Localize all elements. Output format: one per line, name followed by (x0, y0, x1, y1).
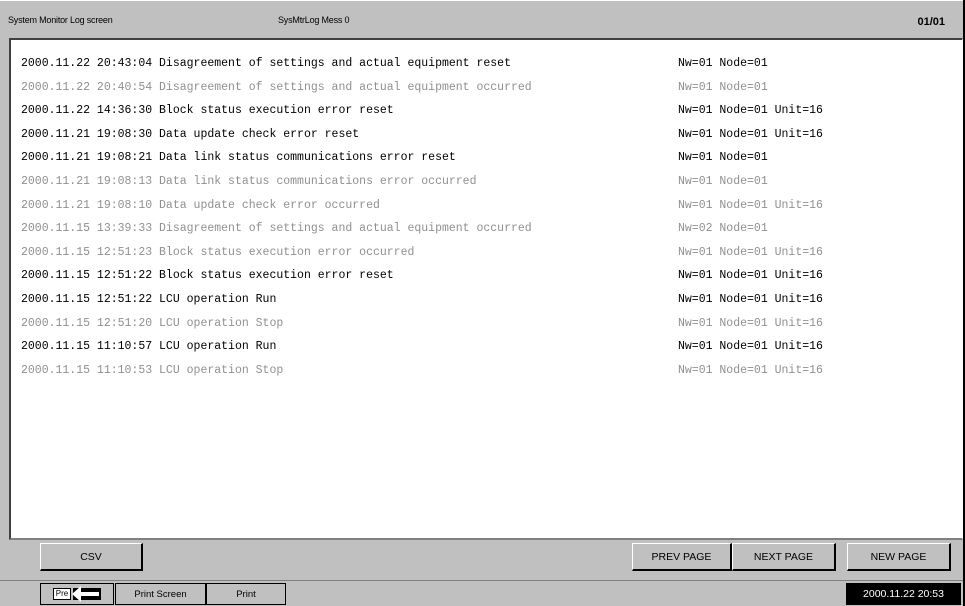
log-row[interactable]: 2000.11.15 11:10:57 LCU operation Run Nw=… (21, 335, 951, 359)
log-datetime: 2000.11.22 20:43:04 (21, 57, 153, 70)
system-monitor-log-window: System Monitor Log screen SysMtrLog Mess… (0, 0, 965, 606)
log-location: Nw=01 Node=01 Unit=16 (678, 340, 823, 354)
csv-button[interactable]: CSV (40, 543, 143, 571)
log-entry-text: 2000.11.21 19:08:30 Data update check er… (21, 123, 359, 147)
log-entry-text: 2000.11.21 19:08:10 Data update check er… (21, 194, 380, 218)
screen-title: System Monitor Log screen (8, 15, 113, 25)
log-message: LCU operation Stop (159, 363, 284, 377)
log-row[interactable]: 2000.11.21 19:08:30 Data update check er… (21, 123, 951, 147)
toolbar: CSV PREV PAGE NEXT PAGE NEW PAGE (9, 540, 963, 576)
log-message: Data update check error occurred (159, 198, 380, 212)
log-message: Disagreement of settings and actual equi… (159, 222, 532, 236)
log-datetime: 2000.11.21 19:08:30 (21, 127, 153, 141)
clock-display: 2000.11.22 20:53 (846, 583, 961, 605)
log-entry-text: 2000.11.15 12:51:20 LCU operation Stop (21, 312, 283, 336)
log-row[interactable]: 2000.11.22 20:40:54 Disagreement of sett… (21, 76, 951, 100)
log-location: Nw=01 Node=01 Unit=16 (678, 316, 823, 330)
log-panel[interactable]: 2000.11.22 20:43:04 Disagreement of sett… (9, 38, 963, 540)
log-location: Nw=01 Node=01 (678, 151, 768, 165)
pre-button[interactable]: Pre (40, 583, 114, 605)
page-indicator: 01/01 (917, 16, 945, 28)
log-datetime: 2000.11.15 11:10:57 (21, 340, 153, 354)
log-location: Nw=01 Node=01 Unit=16 (678, 198, 823, 212)
log-row[interactable]: 2000.11.15 12:51:20 LCU operation Stop Nw… (21, 312, 951, 336)
log-entry-text: 2000.11.15 12:51:23 Block status executi… (21, 241, 414, 265)
log-message: LCU operation Run (159, 292, 277, 306)
log-entry-text: 2000.11.15 11:10:57 LCU operation Run (21, 335, 276, 359)
log-row[interactable]: 2000.11.15 12:51:22 Block status executi… (21, 264, 951, 288)
log-datetime: 2000.11.15 12:51:22 (21, 269, 153, 283)
log-location: Nw=01 Node=01 (678, 57, 768, 70)
log-entry-text: 2000.11.21 19:08:21 Data link status com… (21, 146, 456, 170)
status-bar: Pre Print Screen Print 2000.11.22 20:53 (0, 580, 963, 606)
log-message: Disagreement of settings and actual equi… (159, 80, 532, 94)
log-datetime: 2000.11.15 13:39:33 (21, 222, 153, 236)
log-entry-text: 2000.11.15 13:39:33 Disagreement of sett… (21, 217, 532, 241)
log-entry-text: 2000.11.21 19:08:13 Data link status com… (21, 170, 476, 194)
log-message: Block status execution error occurred (159, 245, 415, 259)
log-message: Data link status communications error re… (159, 151, 456, 165)
log-datetime: 2000.11.22 14:36:30 (21, 104, 153, 118)
log-datetime: 2000.11.21 19:08:10 (21, 198, 153, 212)
log-message: Disagreement of settings and actual equi… (159, 57, 511, 70)
log-row[interactable]: 2000.11.15 13:39:33 Disagreement of sett… (21, 217, 951, 241)
log-location: Nw=01 Node=01 (678, 80, 768, 94)
log-row[interactable]: 2000.11.15 11:10:53 LCU operation Stop Nw… (21, 359, 951, 383)
pre-label: Pre (52, 588, 72, 600)
title-bar: System Monitor Log screen SysMtrLog Mess… (0, 0, 963, 38)
log-message: Data update check error reset (159, 127, 360, 141)
log-entry-text: 2000.11.15 11:10:53 LCU operation Stop (21, 359, 283, 383)
log-row[interactable]: 2000.11.21 19:08:10 Data update check er… (21, 194, 951, 218)
log-datetime: 2000.11.15 12:51:22 (21, 292, 153, 306)
log-message: LCU operation Stop (159, 316, 284, 330)
log-row[interactable]: 2000.11.21 19:08:13 Data link status com… (21, 170, 951, 194)
log-message: Data link status communications error oc… (159, 174, 477, 188)
log-row[interactable]: 2000.11.15 12:51:22 LCU operation Run Nw=… (21, 288, 951, 312)
next-page-button[interactable]: NEXT PAGE (732, 543, 836, 571)
log-list: 2000.11.22 20:43:04 Disagreement of sett… (21, 52, 951, 382)
log-entry-text: 2000.11.15 12:51:22 Block status executi… (21, 264, 394, 288)
screen-subtitle: SysMtrLog Mess 0 (278, 15, 350, 25)
log-message: Block status execution error reset (159, 269, 394, 283)
log-datetime: 2000.11.15 12:51:20 (21, 316, 153, 330)
prev-page-button[interactable]: PREV PAGE (632, 543, 732, 571)
print-screen-button[interactable]: Print Screen (115, 583, 206, 605)
print-button[interactable]: Print (206, 583, 286, 605)
log-location: Nw=01 Node=01 Unit=16 (678, 292, 823, 306)
log-location: Nw=01 Node=01 Unit=16 (678, 104, 823, 118)
log-datetime: 2000.11.21 19:08:13 (21, 174, 153, 188)
log-location: Nw=01 Node=01 (678, 174, 768, 188)
log-row[interactable]: 2000.11.21 19:08:21 Data link status com… (21, 146, 951, 170)
log-datetime: 2000.11.15 12:51:23 (21, 245, 153, 259)
log-location: Nw=01 Node=01 Unit=16 (678, 363, 823, 377)
log-message: LCU operation Run (159, 340, 277, 354)
log-datetime: 2000.11.22 20:40:54 (21, 80, 153, 94)
log-datetime: 2000.11.21 19:08:21 (21, 151, 153, 165)
log-datetime: 2000.11.15 11:10:53 (21, 363, 153, 377)
log-message: Block status execution error reset (159, 104, 394, 118)
log-entry-text: 2000.11.22 14:36:30 Block status executi… (21, 99, 394, 123)
log-location: Nw=01 Node=01 Unit=16 (678, 269, 823, 283)
log-entry-text: 2000.11.22 20:43:04 Disagreement of sett… (21, 52, 511, 76)
log-row[interactable]: 2000.11.15 12:51:23 Block status executi… (21, 241, 951, 265)
log-entry-text: 2000.11.22 20:40:54 Disagreement of sett… (21, 76, 532, 100)
log-row[interactable]: 2000.11.22 20:43:04 Disagreement of sett… (21, 52, 951, 76)
log-location: Nw=02 Node=01 (678, 222, 768, 236)
new-page-button[interactable]: NEW PAGE (847, 543, 951, 571)
log-location: Nw=01 Node=01 Unit=16 (678, 245, 823, 259)
log-location: Nw=01 Node=01 Unit=16 (678, 127, 823, 141)
back-arrow-icon (72, 586, 102, 602)
log-row[interactable]: 2000.11.22 14:36:30 Block status executi… (21, 99, 951, 123)
log-entry-text: 2000.11.15 12:51:22 LCU operation Run (21, 288, 276, 312)
